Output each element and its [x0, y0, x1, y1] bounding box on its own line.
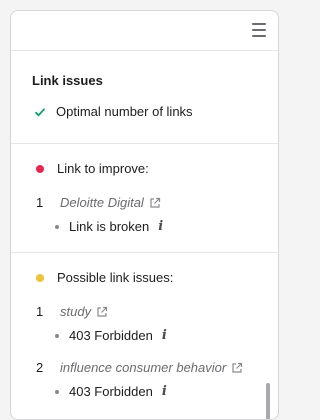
link-study[interactable]: study — [60, 304, 91, 319]
improve-label: Link to improve: — [57, 161, 149, 176]
improve-item-row: 1 Deloitte Digital — [11, 195, 278, 210]
issue-text: Link is broken — [69, 219, 150, 234]
possible-item-row: 1 study — [11, 304, 278, 319]
scrollbar-thumb[interactable] — [266, 383, 270, 419]
info-icon[interactable]: i — [162, 328, 167, 343]
item-number: 1 — [36, 304, 44, 319]
external-link-icon[interactable] — [96, 306, 108, 318]
external-link-icon[interactable] — [149, 197, 161, 209]
improve-issue-row: Link is broken i — [11, 219, 278, 234]
section-possible-issues: Possible link issues: 1 study 403 Forbid… — [11, 253, 278, 399]
bullet — [55, 224, 59, 229]
item-number: 2 — [36, 360, 44, 375]
possible-header: Possible link issues: — [11, 253, 278, 285]
link-influence-consumer-behavior[interactable]: influence consumer behavior — [60, 360, 226, 375]
panel-toolbar — [11, 11, 278, 51]
item-number: 1 — [36, 195, 44, 210]
section-links-to-improve: Link to improve: 1 Deloitte Digital Link… — [11, 144, 278, 253]
info-icon[interactable]: i — [162, 384, 167, 399]
possible-label: Possible link issues: — [57, 270, 174, 285]
bullet — [55, 389, 59, 394]
external-link-icon[interactable] — [231, 362, 243, 374]
info-icon[interactable]: i — [158, 219, 163, 234]
improve-header: Link to improve: — [11, 144, 278, 176]
optimal-links-label: Optimal number of links — [56, 104, 193, 119]
possible-issue-row: 403 Forbidden i — [11, 384, 278, 399]
error-dot-icon — [36, 164, 44, 173]
issue-text: 403 Forbidden — [69, 328, 153, 343]
section-title: Link issues — [32, 73, 103, 88]
possible-issue-row: 403 Forbidden i — [11, 328, 278, 343]
optimal-links-row: Optimal number of links — [11, 104, 278, 119]
hamburger-menu-icon[interactable] — [252, 23, 266, 37]
link-deloitte-digital[interactable]: Deloitte Digital — [60, 195, 144, 210]
checkmark-icon — [34, 106, 46, 118]
possible-item-row: 2 influence consumer behavior — [11, 360, 278, 375]
issue-text: 403 Forbidden — [69, 384, 153, 399]
section-summary: Link issues Optimal number of links — [11, 51, 278, 144]
link-issues-panel: Link issues Optimal number of links Link… — [10, 10, 279, 420]
bullet — [55, 333, 59, 338]
warning-dot-icon — [36, 273, 44, 282]
